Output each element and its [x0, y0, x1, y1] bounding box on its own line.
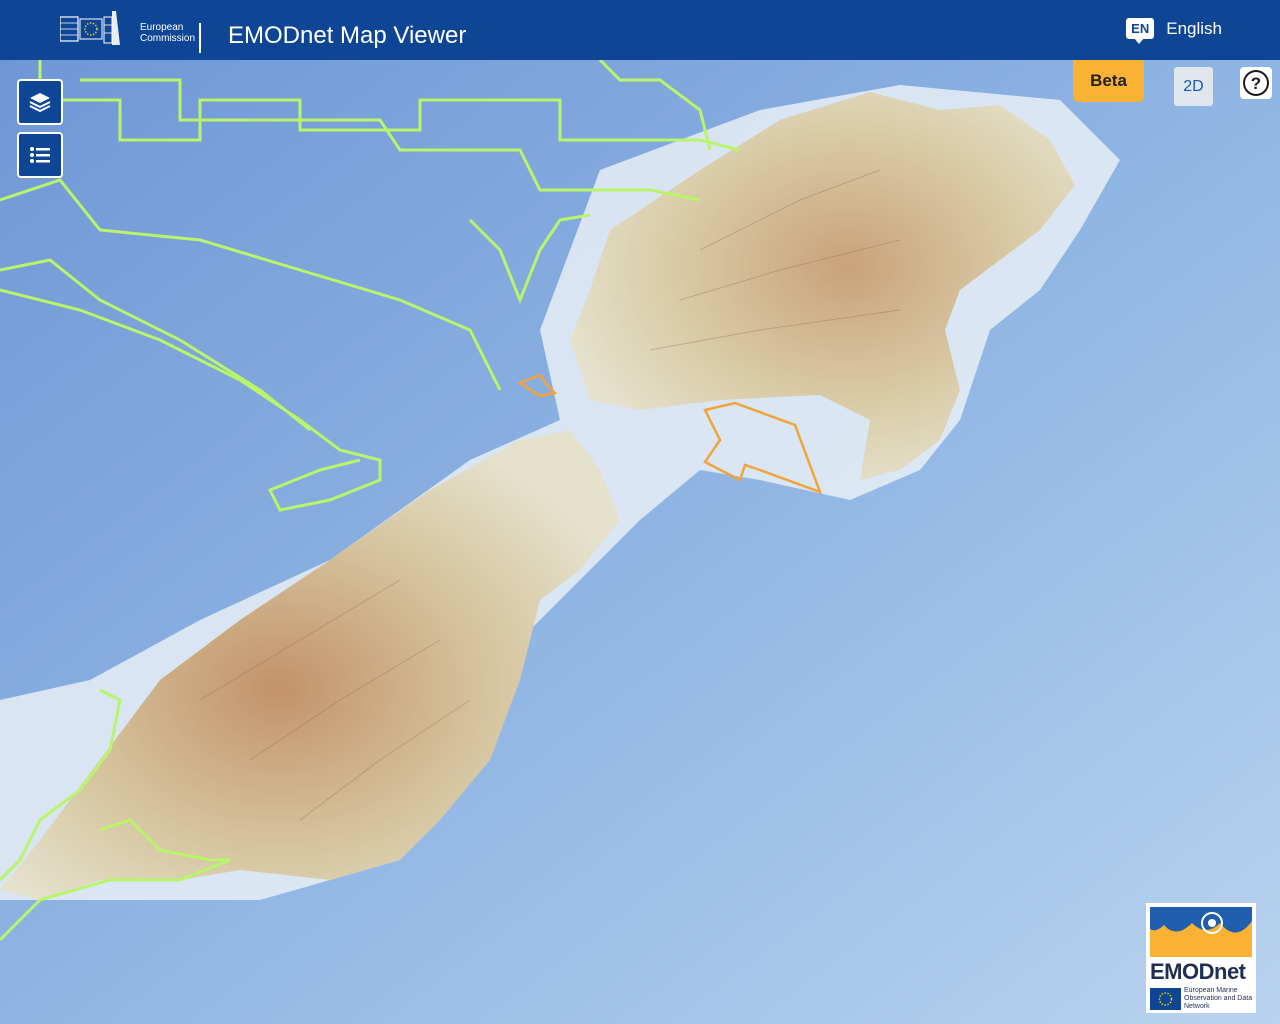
view-2d-toggle-button[interactable]: 2D: [1174, 67, 1213, 106]
help-label: ?: [1251, 74, 1261, 93]
ec-logo-text: European Commission: [140, 22, 195, 44]
legend-button[interactable]: [17, 132, 63, 178]
ec-logo-separator: [199, 23, 201, 53]
language-label: English: [1166, 18, 1222, 38]
ec-logo-line1: European: [140, 22, 184, 33]
ec-logo-line2: Commission: [140, 33, 196, 44]
emodnet-wave-icon: [1150, 907, 1252, 957]
app-title: EMODnet Map Viewer: [228, 22, 467, 49]
layers-icon: [29, 93, 51, 113]
ec-emblem-icon: [59, 11, 120, 45]
european-commission-logo[interactable]: European Commission: [59, 9, 202, 53]
emodnet-subtitle: European Marine Observation and Data Net…: [1184, 987, 1253, 1010]
beta-badge[interactable]: Beta: [1073, 60, 1144, 102]
emodnet-wordmark: EMODnet: [1150, 959, 1246, 984]
language-selector[interactable]: EN English: [1126, 18, 1222, 44]
terrain-map: [0, 60, 1280, 1024]
help-button[interactable]: ?: [1240, 67, 1272, 99]
eu-flag-icon: [1150, 988, 1181, 1010]
layers-button[interactable]: [17, 79, 63, 125]
language-code-badge: EN: [1126, 18, 1155, 44]
top-bar: European Commission EMODnet Map Viewer E…: [0, 0, 1280, 60]
list-icon: [30, 147, 50, 163]
emodnet-logo[interactable]: EMODnet European Marine Observation and …: [1146, 903, 1256, 1013]
help-icon: ?: [1243, 70, 1269, 96]
map-3d-view[interactable]: [0, 60, 1280, 1024]
